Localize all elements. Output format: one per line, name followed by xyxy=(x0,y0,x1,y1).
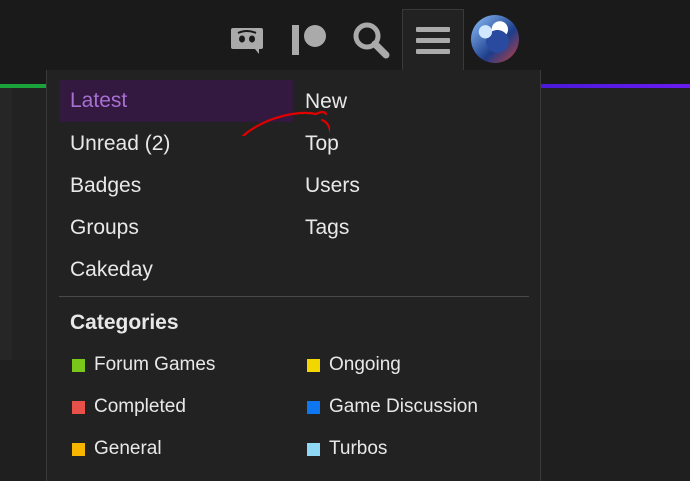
patreon-icon xyxy=(292,25,326,55)
category-label: Completed xyxy=(94,396,186,417)
category-color-swatch xyxy=(307,400,320,414)
categories-heading: Categories xyxy=(70,311,179,334)
category-turbos[interactable]: Turbos xyxy=(307,438,387,460)
patreon-button[interactable] xyxy=(284,14,334,66)
menu-link-badges[interactable]: Badges xyxy=(70,174,141,198)
hamburger-menu-button[interactable] xyxy=(402,9,464,70)
category-label: Ongoing xyxy=(329,354,401,375)
discord-icon xyxy=(231,28,263,54)
page-background-bottom-left xyxy=(0,360,46,481)
discord-button[interactable] xyxy=(222,14,272,66)
category-color-swatch xyxy=(72,442,85,456)
category-completed[interactable]: Completed xyxy=(72,396,186,418)
page-background-left xyxy=(0,88,12,360)
menu-link-tags[interactable]: Tags xyxy=(305,216,349,240)
menu-link-users[interactable]: Users xyxy=(305,174,360,198)
category-label: Turbos xyxy=(329,438,388,459)
category-ongoing[interactable]: Ongoing xyxy=(307,354,401,376)
category-color-swatch xyxy=(72,400,85,414)
menu-divider xyxy=(59,296,529,297)
accent-line-right xyxy=(541,84,690,88)
category-label: General xyxy=(94,438,162,459)
menu-link-top[interactable]: Top xyxy=(305,132,339,156)
category-general[interactable]: General xyxy=(72,438,162,460)
user-avatar[interactable] xyxy=(471,15,519,63)
menu-link-cakeday[interactable]: Cakeday xyxy=(70,258,153,282)
category-game-discussion[interactable]: Game Discussion xyxy=(307,396,478,418)
search-icon xyxy=(353,22,390,59)
page-background-bottom-right xyxy=(541,360,690,481)
menu-link-label: Latest xyxy=(70,89,128,112)
menu-link-unread[interactable]: Unread (2) xyxy=(70,132,170,156)
menu-link-groups[interactable]: Groups xyxy=(70,216,139,240)
category-label: Game Discussion xyxy=(329,396,478,417)
search-button[interactable] xyxy=(346,14,396,66)
category-label: Forum Games xyxy=(94,354,216,375)
category-color-swatch xyxy=(307,358,320,372)
menu-link-new[interactable]: New xyxy=(305,90,347,114)
category-forum-games[interactable]: Forum Games xyxy=(72,354,215,376)
hamburger-dropdown: Latest Unread (2) Badges Groups Cakeday … xyxy=(46,70,541,481)
hamburger-menu-icon xyxy=(416,27,450,54)
category-color-swatch xyxy=(307,442,320,456)
category-color-swatch xyxy=(72,358,85,372)
menu-link-latest[interactable]: Latest xyxy=(59,80,293,122)
